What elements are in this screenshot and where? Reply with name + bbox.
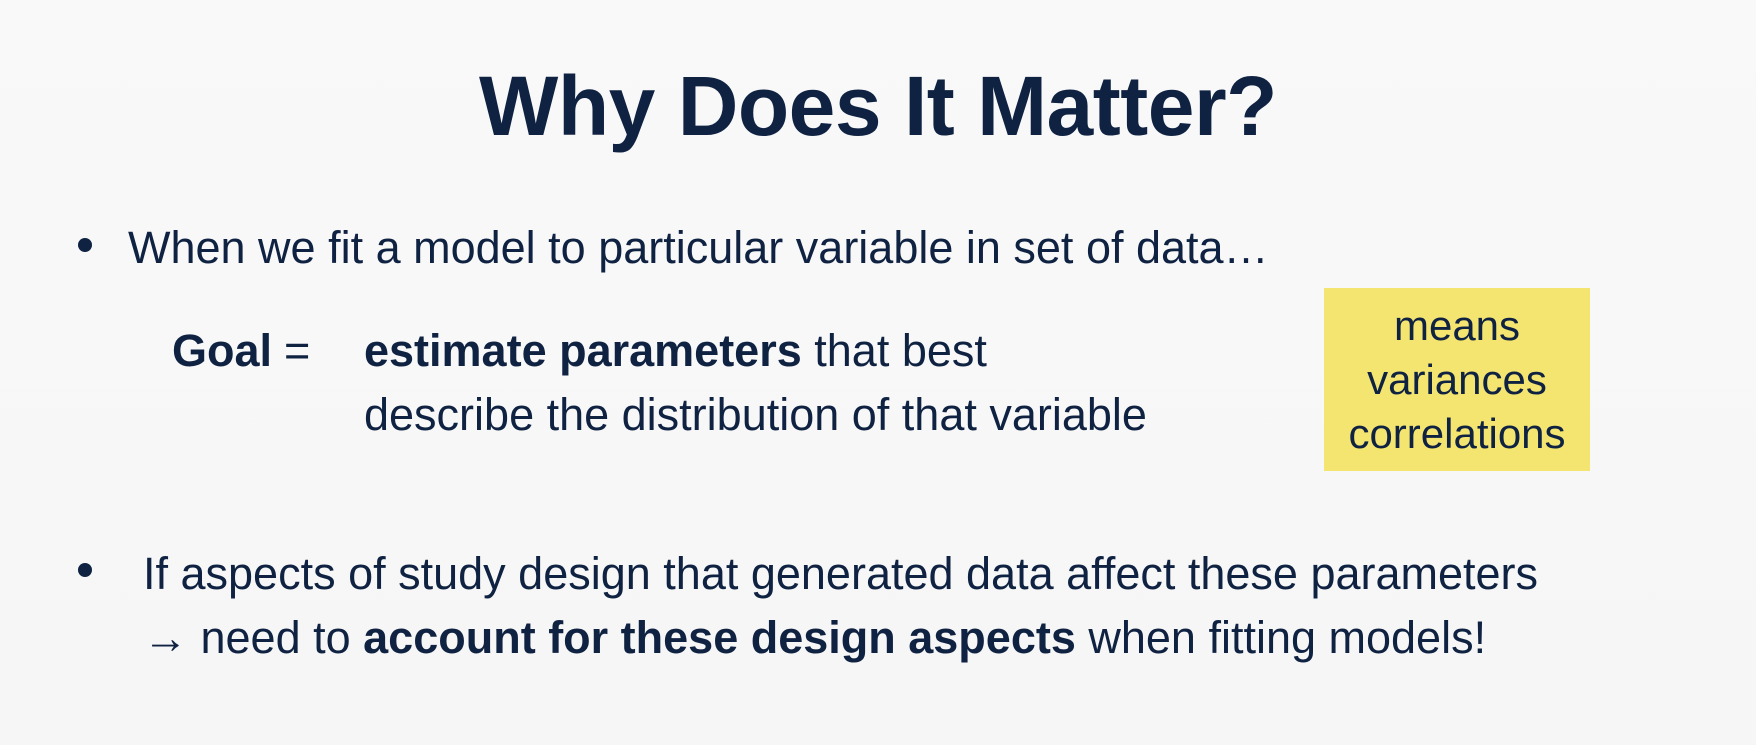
parameters-callout-box: means variances correlations: [1324, 288, 1590, 471]
slide: Why Does It Matter? When we fit a model …: [0, 0, 1756, 745]
callout-item-variances: variances: [1367, 355, 1547, 403]
bullet-1-text: When we fit a model to particular variab…: [128, 222, 1269, 273]
goal-line-2: describe the distribution of that variab…: [364, 389, 1147, 440]
goal-line-1: estimate parameters that best: [364, 323, 987, 379]
bullet-2-line-2-prefix: → need to: [143, 612, 364, 663]
bullet-1-dot: [78, 238, 92, 252]
slide-title: Why Does It Matter?: [479, 59, 1277, 153]
goal-equals: =: [284, 325, 311, 376]
callout-item-correlations: correlations: [1348, 409, 1566, 457]
bullet-2-line-2-suffix: when fitting models!: [1075, 612, 1487, 663]
bullet-2-line-2: → need to account for these design aspec…: [143, 610, 1486, 666]
goal-label-group: Goal =: [172, 323, 310, 379]
bullet-2-line-2-bold: account for these design aspects: [363, 612, 1076, 663]
goal-label: Goal: [172, 325, 273, 376]
bullet-2-dot: [78, 563, 92, 577]
callout-item-means: means: [1393, 301, 1521, 349]
goal-line-1-bold: estimate parameters: [364, 325, 802, 376]
goal-line-1-rest: that best: [814, 325, 987, 376]
bullet-2-line-1: If aspects of study design that generate…: [143, 548, 1539, 599]
